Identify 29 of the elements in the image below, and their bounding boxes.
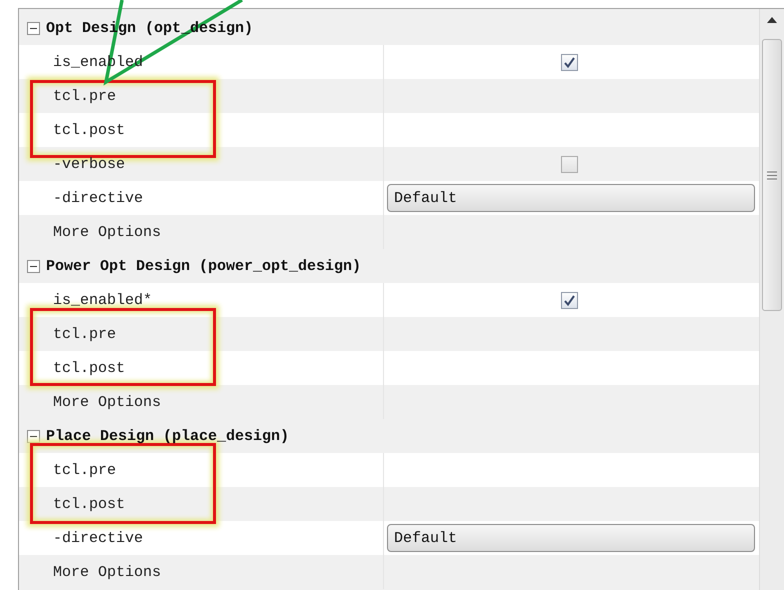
section-title: Place Design (place_design)	[46, 428, 290, 444]
property-label: tcl.pre	[52, 88, 118, 104]
collapse-icon[interactable]	[27, 260, 40, 272]
grip-icon	[767, 170, 777, 180]
checkbox[interactable]	[561, 292, 578, 308]
check-icon	[564, 294, 575, 306]
scrollbar[interactable]	[759, 9, 784, 590]
property-label: tcl.pre	[52, 462, 118, 478]
property-label: tcl.post	[52, 360, 126, 376]
section-title: Power Opt Design (power_opt_design)	[46, 258, 362, 274]
checkbox[interactable]	[561, 54, 578, 70]
scroll-thumb[interactable]	[762, 39, 782, 311]
scroll-up-icon[interactable]	[767, 17, 777, 23]
property-label: More Options	[52, 564, 162, 580]
property-label: tcl.post	[52, 496, 126, 512]
property-label: More Options	[52, 394, 162, 410]
property-label: is_enabled*	[52, 292, 154, 308]
property-label: -directive	[52, 530, 144, 546]
directive-dropdown[interactable]: Default	[387, 184, 755, 212]
check-icon	[564, 56, 575, 68]
property-label: -verbose	[52, 156, 126, 172]
collapse-icon[interactable]	[27, 22, 40, 34]
property-label: More Options	[52, 224, 162, 240]
directive-dropdown[interactable]: Default	[387, 524, 755, 552]
property-label: tcl.post	[52, 122, 126, 138]
checkbox[interactable]	[561, 156, 578, 172]
collapse-icon[interactable]	[27, 430, 40, 442]
property-label: -directive	[52, 190, 144, 206]
property-label: tcl.pre	[52, 326, 118, 342]
